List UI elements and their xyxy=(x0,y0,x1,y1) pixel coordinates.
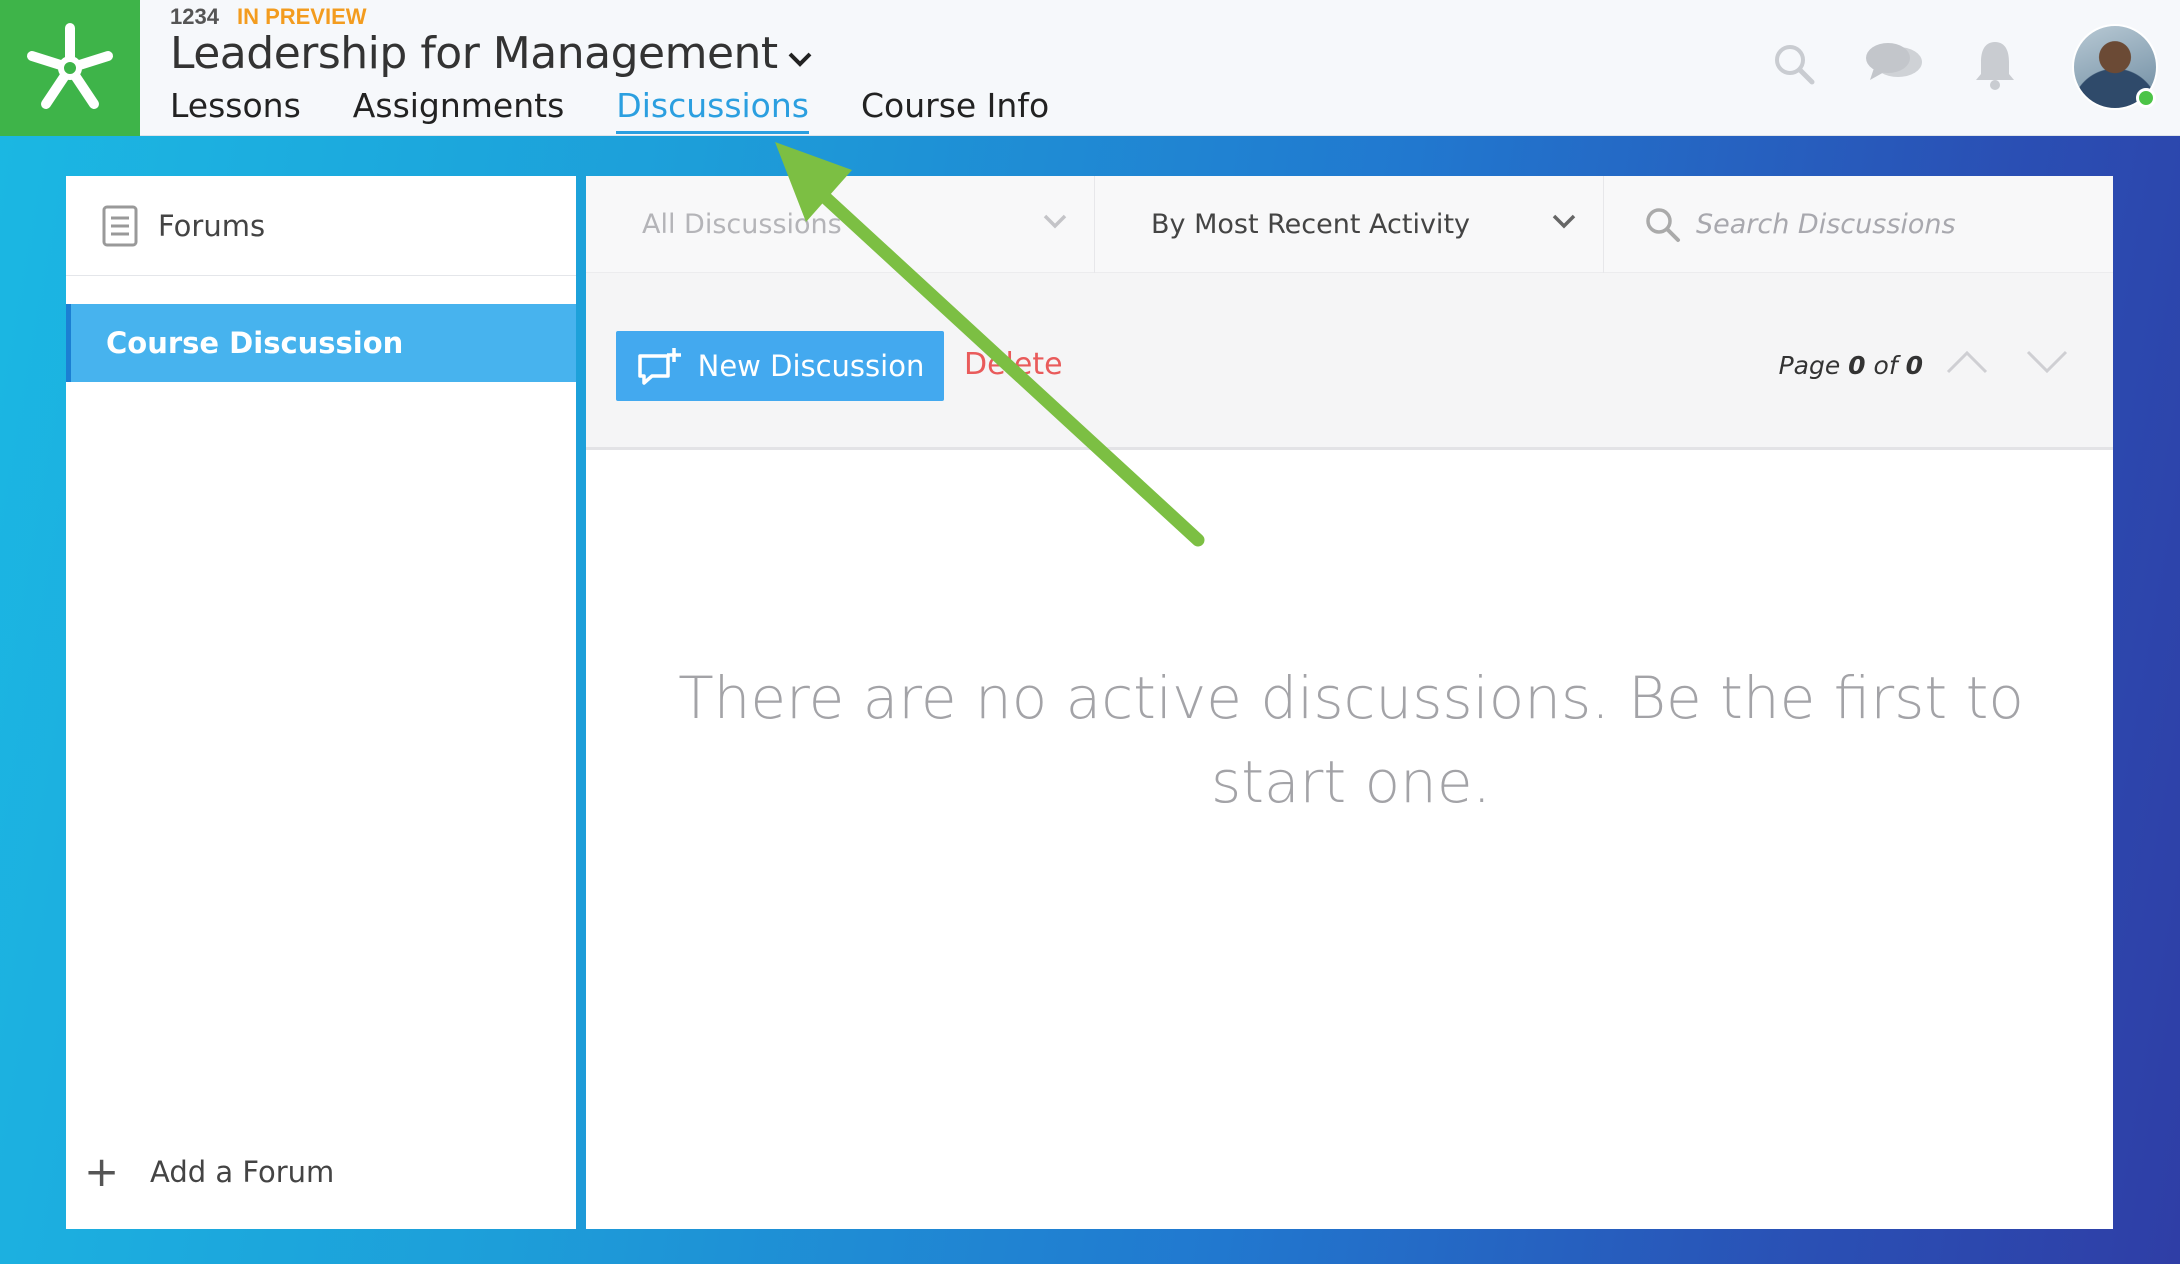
discussion-toolbar: New Discussion Delete Page 0 of 0 xyxy=(586,273,2113,450)
pager-prefix: Page xyxy=(1778,351,1841,380)
filter-value: All Discussions xyxy=(642,209,842,240)
chevron-down-icon xyxy=(788,52,812,67)
delete-button[interactable]: Delete xyxy=(964,347,1063,382)
course-title-dropdown[interactable]: Leadership for Management xyxy=(170,28,814,79)
new-discussion-icon xyxy=(637,348,681,385)
tab-course-info[interactable]: Course Info xyxy=(861,86,1049,134)
course-meta: 1234 IN PREVIEW xyxy=(170,4,367,30)
document-icon xyxy=(102,205,138,246)
search-icon[interactable] xyxy=(1772,38,1816,88)
page-up-icon[interactable] xyxy=(1944,347,1990,377)
course-number: 1234 xyxy=(170,4,219,29)
forum-item-label: Course Discussion xyxy=(106,326,404,360)
forums-header: Forums xyxy=(66,176,576,276)
new-discussion-label: New Discussion xyxy=(697,349,925,383)
tab-assignments[interactable]: Assignments xyxy=(353,86,565,134)
pager-of: of xyxy=(1873,351,1898,380)
search-discussions-field[interactable]: Search Discussions xyxy=(1604,176,2113,273)
chevron-down-icon xyxy=(1043,214,1067,229)
course-nav: Lessons Assignments Discussions Course I… xyxy=(170,86,1049,134)
pager-total: 0 xyxy=(1905,351,1923,380)
filter-bar: All Discussions By Most Recent Activity … xyxy=(586,176,2113,273)
forums-title: Forums xyxy=(158,208,266,243)
top-header: 1234 IN PREVIEW Leadership for Managemen… xyxy=(0,0,2180,136)
chevron-down-icon xyxy=(1552,214,1576,229)
search-discussions-input[interactable]: Search Discussions xyxy=(1696,209,1956,240)
tab-lessons[interactable]: Lessons xyxy=(170,86,301,134)
chat-icon[interactable] xyxy=(1864,38,1926,88)
sort-value: By Most Recent Activity xyxy=(1151,209,1471,240)
sort-select[interactable]: By Most Recent Activity xyxy=(1095,176,1604,273)
plus-icon: + xyxy=(84,1147,120,1196)
empty-state-message: There are no active discussions. Be the … xyxy=(678,664,2024,816)
tab-discussions[interactable]: Discussions xyxy=(616,86,809,134)
forums-sidebar: Forums Course Discussion + Add a Forum xyxy=(66,176,576,1229)
forum-item-course-discussion[interactable]: Course Discussion xyxy=(66,304,576,382)
logo-icon xyxy=(27,23,113,109)
discussions-panel: All Discussions By Most Recent Activity … xyxy=(586,176,2113,1229)
page-down-icon[interactable] xyxy=(2024,347,2070,377)
add-forum-button[interactable]: + Add a Forum xyxy=(84,1151,334,1193)
online-status-indicator xyxy=(2136,88,2156,108)
preview-badge: IN PREVIEW xyxy=(236,4,367,29)
discussion-filter-select[interactable]: All Discussions xyxy=(586,176,1095,273)
new-discussion-button[interactable]: New Discussion xyxy=(616,331,944,401)
pager-current: 0 xyxy=(1848,351,1866,380)
search-icon xyxy=(1646,207,1680,242)
pagination-status: Page 0 of 0 xyxy=(1779,351,1923,380)
add-forum-label: Add a Forum xyxy=(150,1155,335,1189)
bell-icon[interactable] xyxy=(1972,38,2018,92)
app-logo[interactable] xyxy=(0,0,140,136)
course-title: Leadership for Management xyxy=(170,28,778,79)
